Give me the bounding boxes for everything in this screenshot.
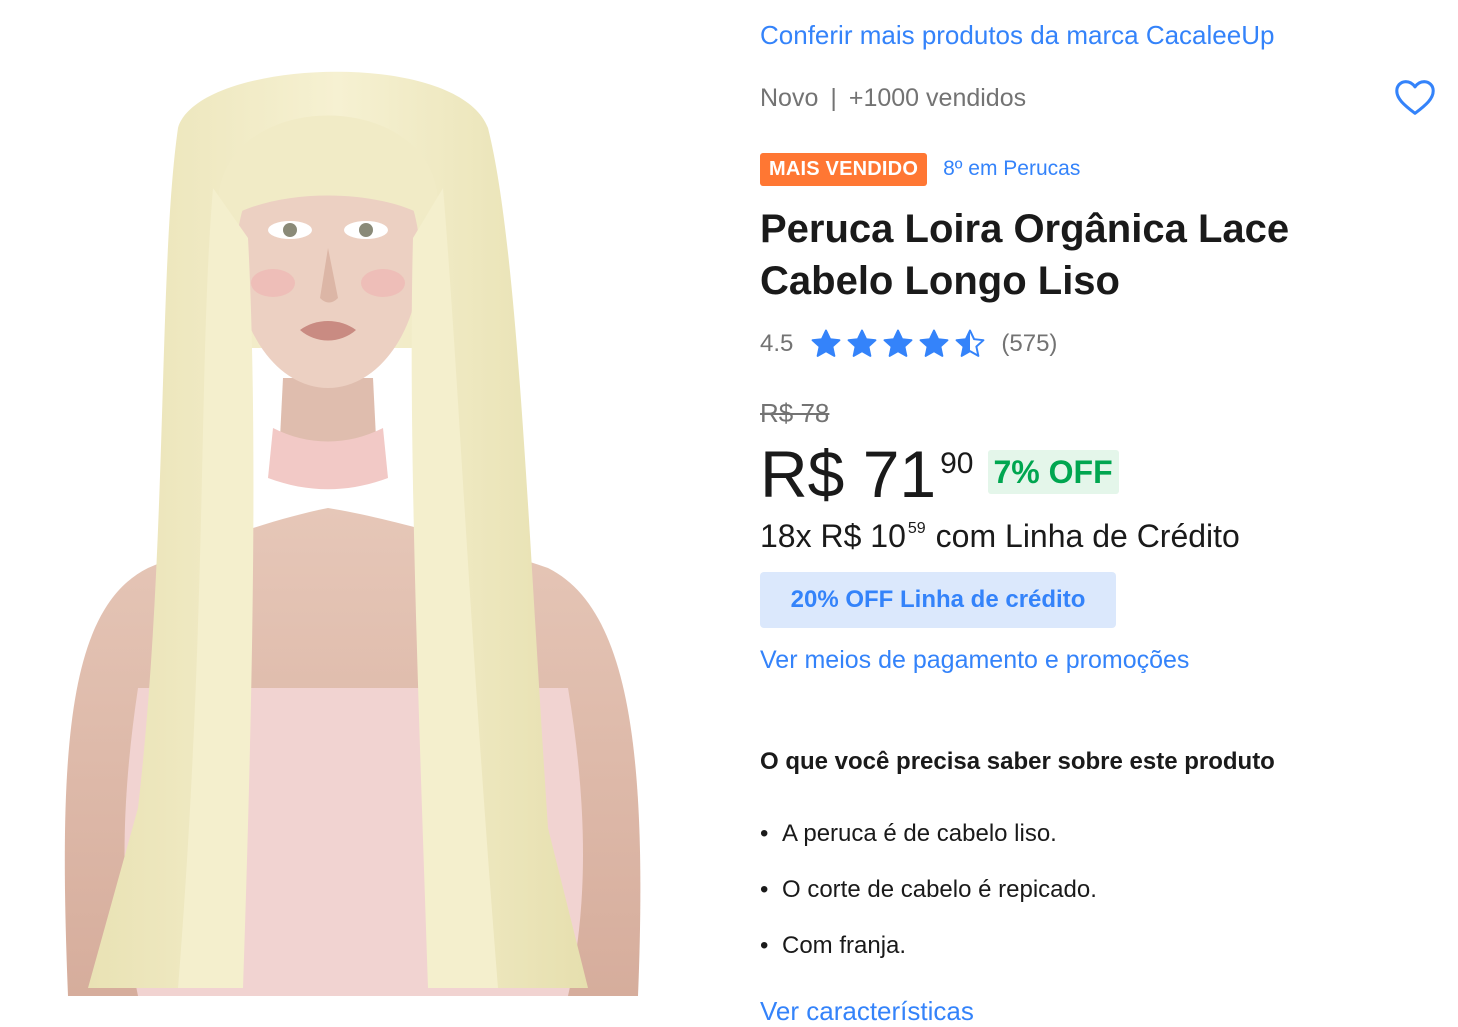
review-count: (575) xyxy=(1001,330,1058,357)
list-item: • A peruca é de cabelo liso. xyxy=(760,812,1097,868)
product-meta: Novo | +1000 vendidos xyxy=(760,84,1026,113)
list-item: • O corte de cabelo é repicado. xyxy=(760,868,1097,924)
current-price: R$ 71 90 7% OFF xyxy=(760,436,1119,512)
meta-separator: | xyxy=(830,84,837,112)
credit-line-promo[interactable]: 20% OFF Linha de crédito xyxy=(760,572,1116,628)
product-image[interactable] xyxy=(28,48,678,996)
sold-count: +1000 vendidos xyxy=(848,84,1027,112)
star-icon xyxy=(917,327,951,361)
feature-text: O corte de cabelo é repicado. xyxy=(782,876,1097,903)
wig-model-illustration xyxy=(64,71,641,996)
rating-summary[interactable]: 4.5 (575) xyxy=(760,324,1057,364)
category-rank-link[interactable]: 8º em Perucas xyxy=(943,157,1080,181)
characteristics-link[interactable]: Ver características xyxy=(760,996,974,1027)
bullet-icon: • xyxy=(760,876,769,903)
rating-value: 4.5 xyxy=(760,330,794,357)
star-icon xyxy=(881,327,915,361)
product-title: Peruca Loira Orgânica Lace Cabelo Longo … xyxy=(760,207,1290,303)
bullet-icon: • xyxy=(760,932,769,959)
brand-store-link[interactable]: Conferir mais produtos da marca CacaleeU… xyxy=(760,20,1274,51)
star-icon xyxy=(953,327,987,361)
price-cents: 90 xyxy=(940,447,974,480)
star-icon xyxy=(845,327,879,361)
payment-methods-link[interactable]: Ver meios de pagamento e promoções xyxy=(760,646,1189,675)
star-icon xyxy=(809,327,843,361)
heart-icon xyxy=(1395,80,1435,115)
installment-cents: 59 xyxy=(907,520,926,537)
discount-badge: 7% OFF xyxy=(987,450,1119,494)
list-item: • Com franja. xyxy=(760,924,1097,980)
bullet-icon: • xyxy=(760,820,769,847)
highlight-row: MAIS VENDIDO 8º em Perucas xyxy=(760,152,1080,186)
favorite-button[interactable] xyxy=(1392,74,1438,120)
original-price: R$ 78 xyxy=(760,398,830,428)
price-integer: R$ 71 xyxy=(760,437,937,511)
installment-method: com Linha de Crédito xyxy=(935,518,1240,554)
feature-text: A peruca é de cabelo liso. xyxy=(782,820,1057,847)
best-seller-badge: MAIS VENDIDO xyxy=(760,152,928,186)
product-highlights-title: O que você precisa saber sobre este prod… xyxy=(760,748,1275,775)
product-highlights-list: • A peruca é de cabelo liso. • O corte de … xyxy=(760,812,1097,980)
condition-label: Novo xyxy=(760,84,819,112)
installments-info: 18x R$ 10 59 com Linha de Crédito xyxy=(760,518,1240,555)
installment-amount: 18x R$ 10 xyxy=(760,518,906,554)
feature-text: Com franja. xyxy=(782,932,907,959)
rating-stars xyxy=(809,327,987,361)
